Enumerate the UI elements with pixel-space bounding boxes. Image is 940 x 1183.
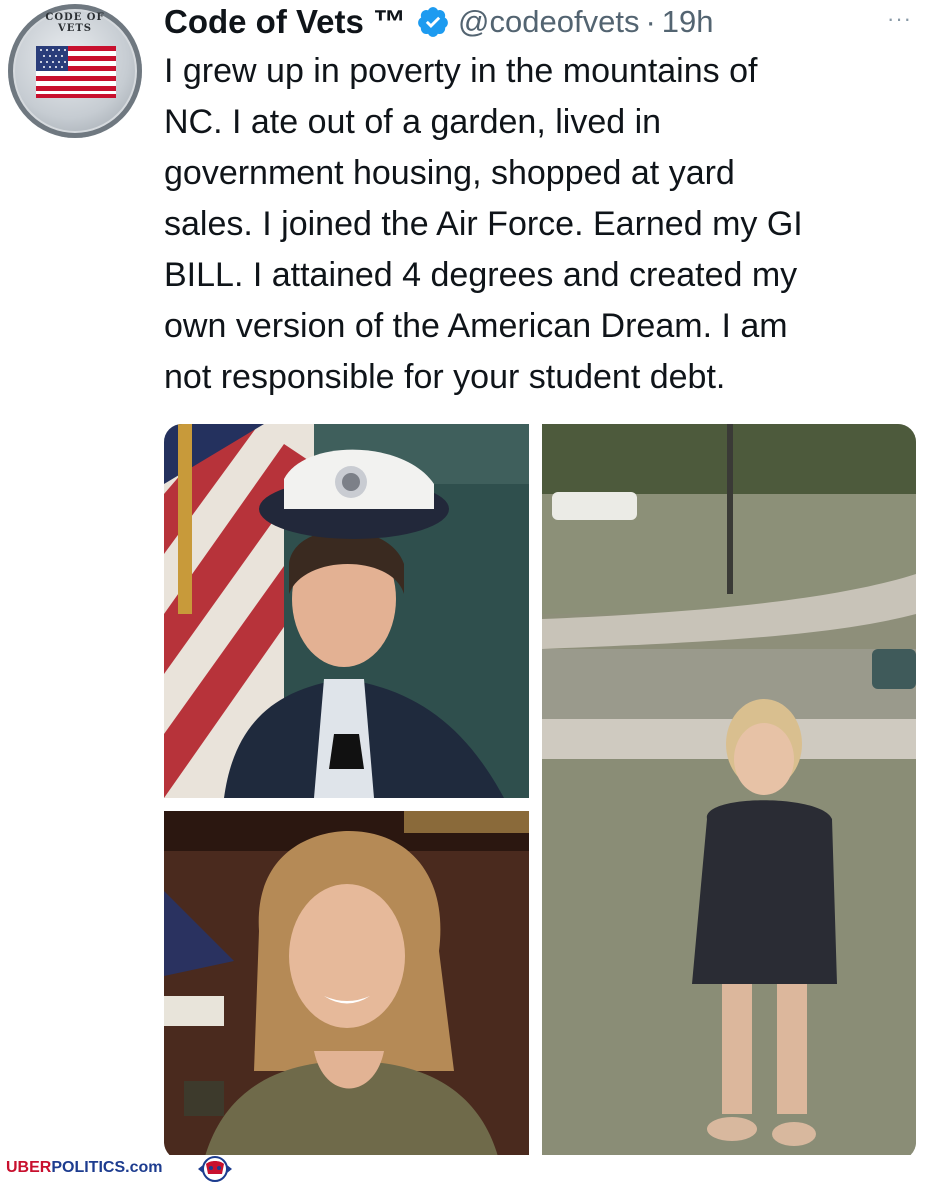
tweet-text-line: sales. I joined the Air Force. Earned my… <box>164 205 803 243</box>
tweet[interactable]: CODE OF VETS Code of Vets ™ @codeofvets … <box>0 0 940 1160</box>
adult-portrait-photo[interactable] <box>164 811 529 1160</box>
site-watermark: UBERPOLITICS.com <box>6 1159 162 1177</box>
more-options-icon[interactable]: ··· <box>887 6 912 32</box>
tweet-header: Code of Vets ™ @codeofvets · 19h <box>164 0 714 44</box>
handle[interactable]: @codeofvets <box>458 4 639 40</box>
watermark-politics: POLITICS <box>51 1159 126 1176</box>
separator-dot: · <box>645 4 656 39</box>
watermark-com: .com <box>125 1159 163 1176</box>
display-name[interactable]: Code of Vets ™ <box>164 3 406 41</box>
tweet-text-line: government housing, shopped at yard <box>164 154 735 192</box>
tweet-text-line: NC. I ate out of a garden, lived in <box>164 103 662 141</box>
uberpolitics-logo-icon <box>198 1156 232 1182</box>
verified-badge-icon <box>418 7 448 37</box>
tweet-text-line: I grew up in poverty in the mountains of <box>164 52 758 90</box>
watermark-uber: UBER <box>6 1159 52 1176</box>
avatar-ring-text: CODE OF VETS <box>45 12 105 34</box>
air-force-portrait-photo[interactable] <box>164 424 529 798</box>
tweet-text-line: BILL. I attained 4 degrees and created m… <box>164 256 798 294</box>
tweet-text: I grew up in poverty in the mountains of… <box>164 46 924 403</box>
watermark-bar: UBERPOLITICS.com <box>0 1155 940 1183</box>
avatar[interactable]: CODE OF VETS <box>8 4 142 138</box>
tweet-text-line: not responsible for your student debt. <box>164 358 726 396</box>
childhood-photo[interactable] <box>542 424 916 1160</box>
flag-icon <box>36 46 116 98</box>
tweet-text-line: own version of the American Dream. I am <box>164 307 788 345</box>
media-grid <box>164 424 916 1160</box>
timestamp[interactable]: 19h <box>662 4 714 40</box>
